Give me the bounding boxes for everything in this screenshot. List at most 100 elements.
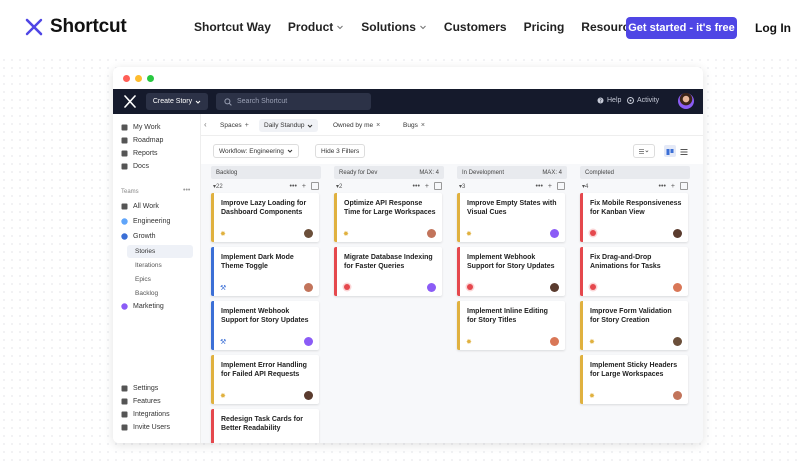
sidebar-item[interactable]: Integrations: [121, 411, 170, 418]
owner-avatar[interactable]: [304, 391, 313, 400]
search-bar[interactable]: Search Shortcut: [216, 93, 371, 110]
story-card[interactable]: Improve Lazy Loading for Dashboard Compo…: [211, 193, 319, 242]
close-tab-icon[interactable]: ×: [376, 122, 380, 129]
close-tab-icon[interactable]: ×: [421, 122, 425, 129]
owner-avatar[interactable]: [673, 391, 682, 400]
owner-avatar[interactable]: [427, 229, 436, 238]
more-icon[interactable]: •••: [659, 183, 666, 190]
user-avatar[interactable]: [678, 93, 694, 109]
sidebar-item[interactable]: My Work: [121, 124, 160, 131]
story-card[interactable]: Fix Mobile Responsiveness for Kanban Vie…: [580, 193, 688, 242]
column-count[interactable]: ▾4: [582, 183, 588, 190]
owner-avatar[interactable]: [673, 229, 682, 238]
nav-item[interactable]: Shortcut Way: [194, 20, 271, 34]
select-all-checkbox[interactable]: [557, 182, 565, 190]
select-all-checkbox[interactable]: [680, 182, 688, 190]
app-logo-icon[interactable]: [123, 94, 137, 109]
owner-avatar[interactable]: [673, 337, 682, 346]
sidebar-item-label: My Work: [133, 124, 161, 131]
board-view-icon[interactable]: [664, 145, 676, 157]
owner-avatar[interactable]: [304, 337, 313, 346]
add-story-icon[interactable]: +: [425, 183, 429, 190]
owner-avatar[interactable]: [304, 229, 313, 238]
owner-avatar[interactable]: [427, 283, 436, 292]
nav-item[interactable]: Product: [288, 20, 344, 34]
column-count[interactable]: ▾22: [213, 183, 223, 190]
sidebar-item[interactable]: Growth: [121, 233, 156, 240]
more-icon[interactable]: •••: [290, 183, 297, 190]
story-card[interactable]: Implement Inline Editing for Story Title…: [457, 301, 565, 350]
column-count[interactable]: ▾3: [459, 183, 465, 190]
team-dot-icon: [121, 303, 128, 310]
story-card[interactable]: Redesign Task Cards for Better Readabili…: [211, 409, 319, 443]
story-card[interactable]: Fix Drag-and-Drop Animations for Tasks: [580, 247, 688, 296]
add-space-icon[interactable]: +: [245, 122, 249, 129]
more-icon[interactable]: •••: [413, 183, 420, 190]
sidebar-item[interactable]: Invite Users: [121, 424, 170, 431]
owner-avatar[interactable]: [304, 283, 313, 292]
column-header[interactable]: In Development MAX: 4: [457, 166, 567, 179]
tab-daily-standup[interactable]: Daily Standup: [259, 119, 319, 132]
help-button[interactable]: ? Help: [597, 97, 621, 104]
collapse-sidebar-icon[interactable]: ‹: [204, 120, 207, 129]
hide-filters-button[interactable]: Hide 3 Filters: [315, 144, 366, 158]
nav-item[interactable]: Customers: [444, 20, 507, 34]
tab-owned-by-me[interactable]: Owned by me ×: [328, 119, 385, 132]
nav-item[interactable]: Solutions: [361, 20, 427, 34]
app-top-bar: Create Story Search Shortcut ? Help Acti…: [113, 89, 703, 114]
workflow-select[interactable]: Workflow: Engineering: [213, 144, 299, 158]
story-card[interactable]: Implement Webhook Support for Story Upda…: [211, 301, 319, 350]
add-story-icon[interactable]: +: [548, 183, 552, 190]
story-card[interactable]: Improve Form Validation for Story Creati…: [580, 301, 688, 350]
column-header[interactable]: Backlog: [211, 166, 321, 179]
create-story-button[interactable]: Create Story: [146, 93, 208, 110]
story-card[interactable]: Optimize API Response Time for Large Wor…: [334, 193, 442, 242]
sidebar-subitem-stories[interactable]: Stories: [127, 245, 193, 258]
select-all-checkbox[interactable]: [434, 182, 442, 190]
sidebar-item[interactable]: Roadmap: [121, 137, 163, 144]
list-view-icon[interactable]: [678, 145, 690, 157]
feature-icon: ✸: [589, 393, 595, 400]
add-story-icon[interactable]: +: [671, 183, 675, 190]
sidebar-item[interactable]: Docs: [121, 163, 149, 170]
display-options-button[interactable]: [633, 144, 655, 158]
story-card[interactable]: Implement Dark Mode Theme Toggle ⚒: [211, 247, 319, 296]
close-window-icon[interactable]: [123, 74, 130, 82]
select-all-checkbox[interactable]: [311, 182, 319, 190]
brand-logo[interactable]: Shortcut: [24, 16, 127, 38]
spaces-tab[interactable]: Spaces +: [215, 119, 254, 132]
sidebar-item[interactable]: Reports: [121, 150, 158, 157]
more-icon[interactable]: •••: [536, 183, 543, 190]
story-card[interactable]: Implement Error Handling for Failed API …: [211, 355, 319, 404]
nav-item[interactable]: Pricing: [524, 20, 565, 34]
maximize-window-icon[interactable]: [147, 74, 154, 82]
sidebar-item[interactable]: Marketing: [121, 303, 164, 310]
column-count[interactable]: ▾2: [336, 183, 342, 190]
tab-bugs[interactable]: Bugs ×: [398, 119, 430, 132]
minimize-window-icon[interactable]: [135, 74, 142, 82]
add-story-icon[interactable]: +: [302, 183, 306, 190]
owner-avatar[interactable]: [550, 283, 559, 292]
column-header[interactable]: Ready for Dev MAX: 4: [334, 166, 444, 179]
story-card[interactable]: Migrate Database Indexing for Faster Que…: [334, 247, 442, 296]
login-link[interactable]: Log In: [755, 21, 791, 35]
sidebar-subitem-epics[interactable]: Epics: [127, 273, 193, 286]
sidebar-item[interactable]: Settings: [121, 385, 158, 392]
activity-button[interactable]: Activity: [627, 97, 659, 104]
get-started-button[interactable]: Get started - it's free: [626, 17, 737, 39]
column-header[interactable]: Completed: [580, 166, 690, 179]
owner-avatar[interactable]: [550, 337, 559, 346]
story-card[interactable]: Implement Sticky Headers for Large Works…: [580, 355, 688, 404]
owner-avatar[interactable]: [673, 283, 682, 292]
sidebar-subitem-iterations[interactable]: Iterations: [127, 259, 193, 272]
sidebar-item[interactable]: Features: [121, 398, 161, 405]
sidebar-item[interactable]: All Work: [121, 203, 159, 210]
story-card[interactable]: Improve Empty States with Visual Cues ✸: [457, 193, 565, 242]
owner-avatar[interactable]: [550, 229, 559, 238]
teams-more-icon[interactable]: •••: [183, 187, 190, 194]
story-card[interactable]: Implement Webhook Support for Story Upda…: [457, 247, 565, 296]
story-title: Optimize API Response Time for Large Wor…: [344, 200, 436, 216]
sidebar-item-label: Growth: [133, 233, 156, 240]
sidebar-item[interactable]: Engineering: [121, 218, 170, 225]
sidebar-subitem-backlog[interactable]: Backlog: [127, 287, 193, 300]
